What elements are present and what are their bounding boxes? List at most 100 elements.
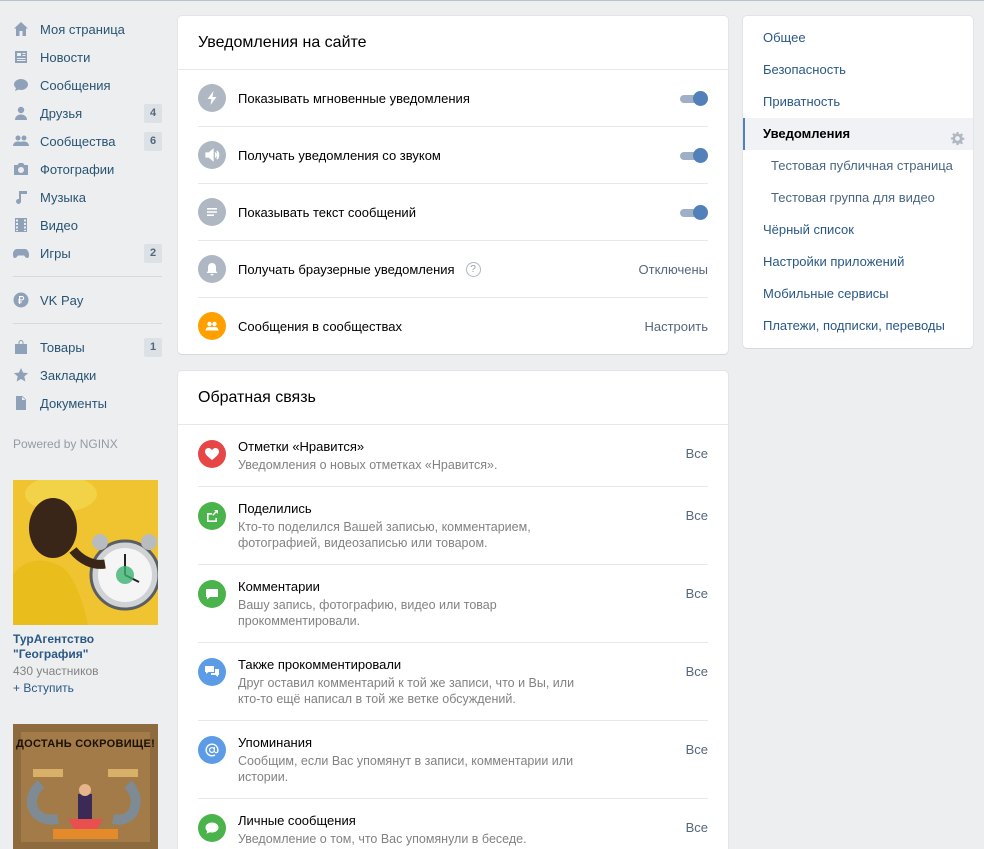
gear-icon[interactable] [950,126,965,146]
settings-menu-item-payments[interactable]: Платежи, подписки, переводы [743,310,973,342]
ad-join-link[interactable]: + Вступить [13,681,158,695]
left-menu-label: Фотографии [40,161,115,177]
community-messages-configure-link[interactable]: Настроить [644,319,708,334]
left-menu-item-video[interactable]: Видео [0,211,170,239]
left-menu-label: Документы [40,395,108,411]
settings-menu-item-notifications[interactable]: Уведомления [743,118,973,150]
settings-menu-item-mobile-services[interactable]: Мобильные сервисы [743,278,973,310]
setting-label: Получать браузерные уведомления? [238,262,481,278]
settings-menu-item-privacy[interactable]: Приватность [743,86,973,118]
left-menu-item-my-page[interactable]: Моя страница [0,15,170,43]
left-menu-item-vk-pay[interactable]: VK Pay [0,286,170,314]
heart-icon [198,440,226,468]
document-icon [13,395,29,411]
setting-row-community-messages[interactable]: Сообщения в сообществах Настроить [198,298,708,355]
bag-icon [13,339,29,355]
feedback-value-dropdown[interactable]: Все [686,508,708,523]
feedback-title: Комментарии [238,579,320,594]
gamepad-icon [13,245,29,261]
settings-menu-item-app-settings[interactable]: Настройки приложений [743,246,973,278]
message-icon [198,814,226,842]
settings-menu-item-blacklist[interactable]: Чёрный список [743,214,973,246]
left-menu-label: Сообщества [40,133,116,149]
ad-photo-woman-clock [13,480,158,625]
feedback-value-dropdown[interactable]: Все [686,446,708,461]
setting-row-sound[interactable]: Получать уведомления со звуком [198,127,708,184]
left-menu-divider [13,276,162,277]
camera-icon [13,161,29,177]
goods-count-badge[interactable]: 1 [144,338,162,357]
bell-icon [198,255,226,283]
panel-title: Уведомления на сайте [178,16,728,70]
friends-count-badge[interactable]: 4 [144,104,162,123]
setting-row-browser[interactable]: Получать браузерные уведомления? Отключе… [198,241,708,298]
settings-menu-label: Уведомления [763,126,851,141]
games-count-badge[interactable]: 2 [144,244,162,263]
speaker-icon [198,141,226,169]
left-menu-item-communities[interactable]: Сообщества 6 [0,127,170,155]
ad-block-travel[interactable]: ТурАгентство "География" 430 участников … [13,480,158,695]
browser-notifications-label: Получать браузерные уведомления [238,262,455,277]
messages-icon [13,77,29,93]
feedback-desc: Вашу запись, фотографию, видео или товар… [238,598,497,628]
setting-label: Сообщения в сообществах [238,319,402,334]
feedback-row-private-messages[interactable]: Личные сообщения Уведомление о том, что … [198,799,708,849]
ad-members: 430 участников [13,664,99,678]
browser-notifications-value[interactable]: Отключены [639,262,708,277]
feedback-value-dropdown[interactable]: Все [686,742,708,757]
friends-icon [13,105,29,121]
left-menu-item-goods[interactable]: Товары 1 [0,333,170,361]
powered-by-text: Powered by NGINX [13,437,118,451]
feedback-value-dropdown[interactable]: Все [686,820,708,835]
instant-notifications-toggle[interactable] [680,91,708,107]
comments-icon [198,658,226,686]
lightning-icon [198,84,226,112]
left-menu-item-documents[interactable]: Документы [0,389,170,417]
feedback-desc: Сообщим, если Вас упомянут в записи, ком… [238,754,574,784]
at-icon [198,736,226,764]
feedback-row-shares[interactable]: Поделились Кто-то поделился Вашей запись… [198,487,708,565]
ad-image[interactable]: ДОСТАНЬ СОКРОВИЩЕ! [13,724,158,849]
setting-row-instant[interactable]: Показывать мгновенные уведомления [198,70,708,127]
feedback-value-dropdown[interactable]: Все [686,586,708,601]
video-film-icon [13,217,29,233]
left-menu-label: Закладки [40,367,97,383]
music-note-icon [13,189,29,205]
left-menu-item-news[interactable]: Новости [0,43,170,71]
left-menu: Моя страница Новости Сообщения Друзья 4 … [0,15,170,451]
left-menu-item-photos[interactable]: Фотографии [0,155,170,183]
settings-menu-item-security[interactable]: Безопасность [743,54,973,86]
feedback-row-comments[interactable]: Комментарии Вашу запись, фотографию, вид… [198,565,708,643]
settings-menu-item-test-video-group[interactable]: Тестовая группа для видео [743,182,973,214]
feedback-row-likes[interactable]: Отметки «Нравится» Уведомления о новых о… [198,425,708,487]
site-notifications-panel: Уведомления на сайте Показывать мгновенн… [178,16,728,354]
setting-row-message-text[interactable]: Показывать текст сообщений [198,184,708,241]
left-menu-label: Товары [40,339,85,355]
left-menu-item-messages[interactable]: Сообщения [0,71,170,99]
left-menu-item-bookmarks[interactable]: Закладки [0,361,170,389]
left-menu-label: Сообщения [40,77,111,93]
panel-title: Обратная связь [178,371,728,425]
communities-count-badge[interactable]: 6 [144,132,162,151]
ad-title[interactable]: ТурАгентство "География" [13,632,158,662]
feedback-row-also-commented[interactable]: Также прокомментировали Друг оставил ком… [198,643,708,721]
left-menu-item-friends[interactable]: Друзья 4 [0,99,170,127]
setting-label: Показывать мгновенные уведомления [238,91,470,106]
setting-label: Показывать текст сообщений [238,205,416,220]
feedback-panel: Обратная связь Отметки «Нравится» Уведом… [178,371,728,849]
help-icon[interactable]: ? [465,262,481,278]
left-menu-item-games[interactable]: Игры 2 [0,239,170,267]
left-menu-item-music[interactable]: Музыка [0,183,170,211]
left-menu-label: Видео [40,217,78,233]
sound-notifications-toggle[interactable] [680,148,708,164]
ad-block-game[interactable]: ДОСТАНЬ СОКРОВИЩЕ! [13,724,158,849]
left-menu-label: Игры [40,245,71,261]
ad-image[interactable] [13,480,158,625]
settings-menu-item-general[interactable]: Общее [743,22,973,54]
feedback-value-dropdown[interactable]: Все [686,664,708,679]
feedback-row-mentions[interactable]: Упоминания Сообщим, если Вас упомянут в … [198,721,708,799]
message-text-toggle[interactable] [680,205,708,221]
home-icon [13,21,29,37]
settings-menu: Общее Безопасность Приватность Уведомлен… [743,16,973,348]
settings-menu-item-test-public-page[interactable]: Тестовая публичная страница [743,150,973,182]
